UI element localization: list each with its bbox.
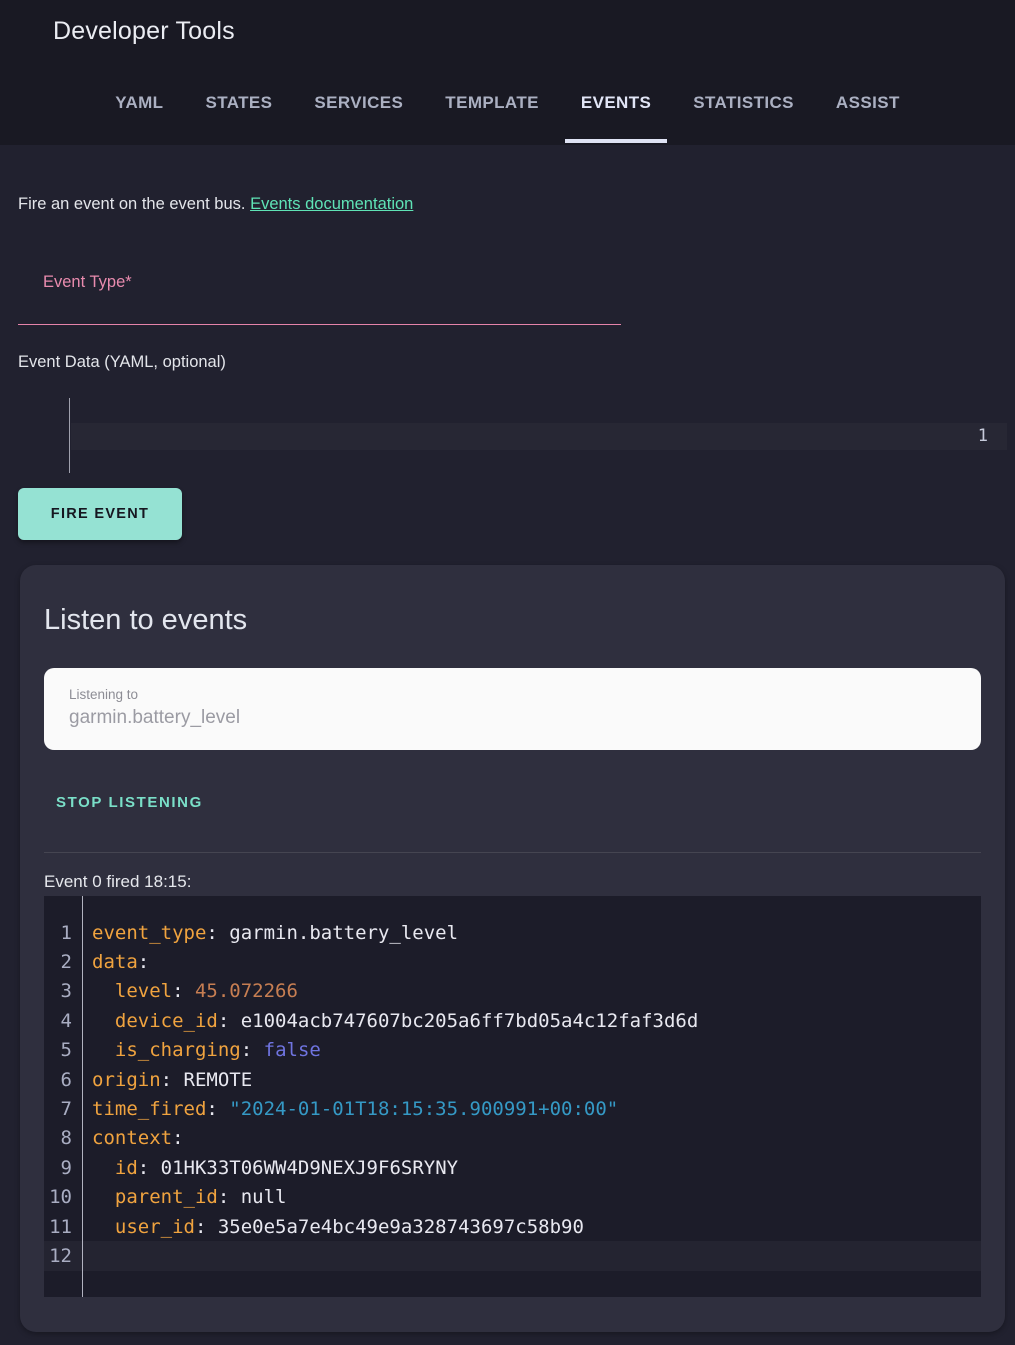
- event-type-input[interactable]: Event Type*: [18, 255, 621, 325]
- code-line-content: data:: [82, 951, 149, 973]
- listening-to-label: Listening to: [69, 686, 981, 703]
- event-data-label: Event Data (YAML, optional): [18, 352, 997, 373]
- code-line-content: level: 45.072266: [82, 980, 298, 1002]
- tab-bar: YAMLSTATESSERVICESTEMPLATEEVENTSSTATISTI…: [0, 93, 1015, 143]
- code-lines: 1event_type: garmin.battery_level2data:3…: [44, 918, 981, 1271]
- listening-to-value: garmin.battery_level: [69, 706, 981, 730]
- code-line-6: 6origin: REMOTE: [44, 1065, 981, 1094]
- code-line-number: 1: [44, 922, 82, 944]
- code-line-content: is_charging: false: [82, 1039, 321, 1061]
- tab-states[interactable]: STATES: [189, 93, 288, 143]
- intro-text: Fire an event on the event bus. Events d…: [18, 194, 997, 215]
- events-documentation-link[interactable]: Events documentation: [250, 195, 413, 213]
- tab-yaml[interactable]: YAML: [99, 93, 179, 143]
- event-type-label: Event Type*: [43, 272, 621, 293]
- code-line-number: 10: [44, 1186, 82, 1208]
- code-line-1: 1event_type: garmin.battery_level: [44, 918, 981, 947]
- page-title: Developer Tools: [0, 0, 1015, 46]
- code-line-number: 3: [44, 980, 82, 1002]
- code-line-number: 12: [44, 1245, 82, 1267]
- code-line-number: 6: [44, 1069, 82, 1091]
- tab-statistics[interactable]: STATISTICS: [677, 93, 810, 143]
- code-line-content: time_fired: "2024-01-01T18:15:35.900991+…: [82, 1098, 618, 1120]
- code-line-content: event_type: garmin.battery_level: [82, 922, 458, 944]
- events-panel: Fire an event on the event bus. Events d…: [0, 194, 1015, 1332]
- code-line-5: 5 is_charging: false: [44, 1036, 981, 1065]
- event-data-editor[interactable]: 1: [18, 398, 997, 473]
- code-line-number: 7: [44, 1098, 82, 1120]
- code-line-12: 12: [44, 1241, 981, 1270]
- code-line-number: 2: [44, 951, 82, 973]
- code-line-8: 8context:: [44, 1124, 981, 1153]
- code-line-9: 9 id: 01HK33T06WW4D9NEXJ9F6SRYNY: [44, 1153, 981, 1182]
- listen-card-title: Listen to events: [44, 602, 981, 638]
- code-line-number: 11: [44, 1216, 82, 1238]
- code-line-11: 11 user_id: 35e0e5a7e4bc49e9a328743697c5…: [44, 1212, 981, 1241]
- code-line-10: 10 parent_id: null: [44, 1183, 981, 1212]
- tab-assist[interactable]: ASSIST: [820, 93, 916, 143]
- tab-events[interactable]: EVENTS: [565, 93, 667, 143]
- editor-gutter: [18, 398, 70, 473]
- tab-template[interactable]: TEMPLATE: [429, 93, 555, 143]
- app-header: Developer Tools YAMLSTATESSERVICESTEMPLA…: [0, 0, 1015, 145]
- editor-active-line: [71, 423, 1007, 450]
- code-line-content: id: 01HK33T06WW4D9NEXJ9F6SRYNY: [82, 1157, 458, 1179]
- code-line-content: parent_id: null: [82, 1186, 286, 1208]
- editor-line-number: 1: [978, 423, 988, 450]
- code-gutter-line: [82, 896, 83, 1297]
- code-line-content: origin: REMOTE: [82, 1069, 252, 1091]
- code-line-number: 5: [44, 1039, 82, 1061]
- code-line-number: 8: [44, 1127, 82, 1149]
- code-line-number: 9: [44, 1157, 82, 1179]
- code-line-7: 7time_fired: "2024-01-01T18:15:35.900991…: [44, 1094, 981, 1123]
- tab-services[interactable]: SERVICES: [298, 93, 419, 143]
- code-line-content: device_id: e1004acb747607bc205a6ff7bd05a…: [82, 1010, 698, 1032]
- listening-to-input[interactable]: Listening to garmin.battery_level: [44, 668, 981, 750]
- intro-text-span: Fire an event on the event bus.: [18, 195, 250, 213]
- code-line-content: user_id: 35e0e5a7e4bc49e9a328743697c58b9…: [82, 1216, 584, 1238]
- card-divider: [44, 852, 981, 853]
- code-line-3: 3 level: 45.072266: [44, 977, 981, 1006]
- code-line-4: 4 device_id: e1004acb747607bc205a6ff7bd0…: [44, 1006, 981, 1035]
- code-line-content: context:: [82, 1127, 184, 1149]
- event-fired-header: Event 0 fired 18:15:: [44, 871, 981, 892]
- listen-to-events-card: Listen to events Listening to garmin.bat…: [20, 565, 1005, 1332]
- code-line-number: 4: [44, 1010, 82, 1032]
- event-output-code[interactable]: 1event_type: garmin.battery_level2data:3…: [44, 896, 981, 1297]
- stop-listening-button[interactable]: STOP LISTENING: [56, 794, 203, 812]
- code-line-2: 2data:: [44, 947, 981, 976]
- fire-event-button[interactable]: FIRE EVENT: [18, 488, 182, 540]
